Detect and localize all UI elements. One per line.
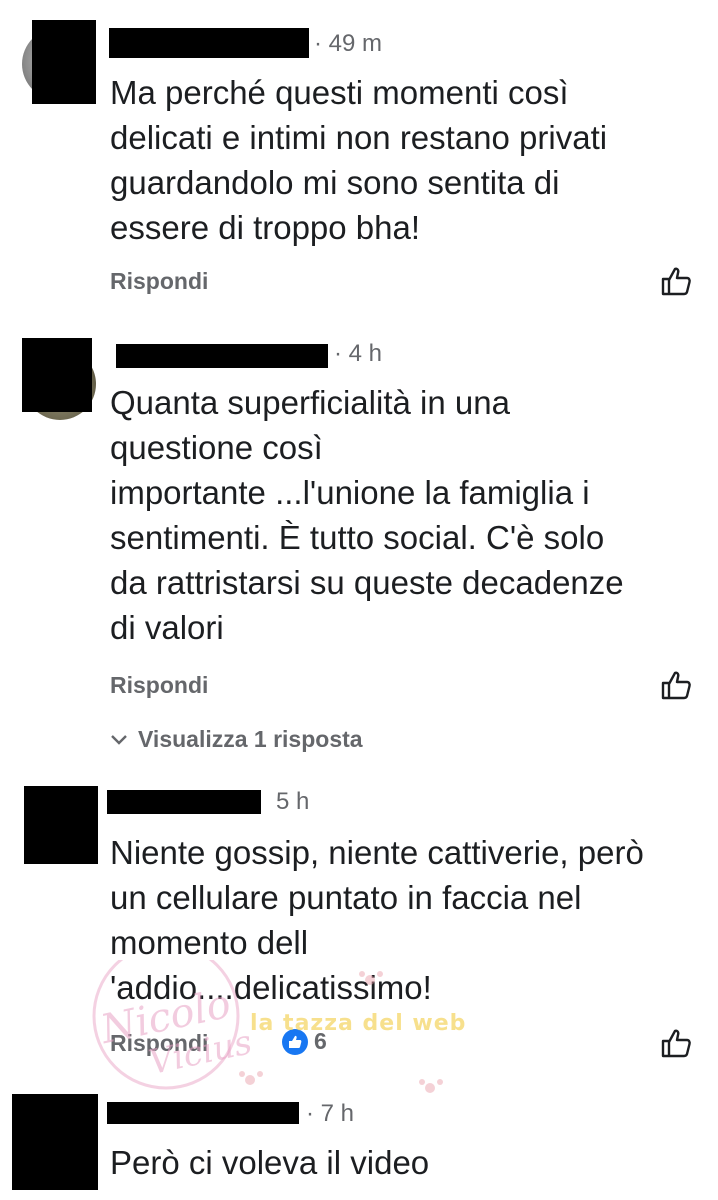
view-replies-label: Visualizza 1 risposta [138, 726, 363, 752]
view-replies-link[interactable]: Visualizza 1 risposta [110, 726, 363, 753]
comment-4: · 7 h Però ci voleva il video [0, 1080, 718, 1200]
comment-text: Quanta superficialità in una questione c… [110, 384, 624, 646]
comment-3: 5 h Niente gossip, niente cattiverie, pe… [0, 770, 718, 1080]
thumbs-up-icon[interactable] [660, 670, 692, 700]
avatar-redaction [22, 338, 92, 412]
comment-1-avatar[interactable] [22, 20, 98, 104]
comment-time: · 49 m [314, 30, 383, 57]
comment-1: · 49 m Ma perché questi momenti così del… [0, 0, 718, 320]
comment-2-avatar[interactable] [22, 338, 98, 430]
comment-actions: Rispondi [110, 1028, 692, 1058]
comment-time: 5 h [276, 788, 310, 815]
author-name-redaction [109, 28, 309, 58]
reply-button[interactable]: Rispondi [110, 268, 208, 295]
reaction-summary[interactable]: 6 [282, 1028, 327, 1055]
thumbs-up-icon[interactable] [660, 1028, 692, 1058]
comment-2: · 4 h Quanta superficialità in una quest… [0, 320, 718, 770]
avatar-redaction [32, 20, 96, 104]
author-name-redaction [107, 790, 261, 814]
avatar-redaction [12, 1094, 98, 1190]
chevron-down-icon [111, 734, 127, 745]
reply-button[interactable]: Rispondi [110, 672, 208, 699]
reply-button[interactable]: Rispondi [110, 1030, 208, 1057]
like-reaction-icon [282, 1028, 308, 1055]
comment-4-avatar[interactable] [12, 1094, 98, 1190]
comment-actions: Rispondi [110, 266, 692, 296]
comment-actions: Rispondi [110, 670, 692, 700]
comment-text: Ma perché questi momenti così delicati e… [110, 74, 608, 246]
comment-text: Niente gossip, niente cattiverie, però u… [110, 834, 644, 1006]
author-name-redaction [107, 1102, 299, 1124]
comment-time: · 4 h [334, 340, 383, 367]
comment-text: Però ci voleva il video [110, 1144, 430, 1181]
comment-3-avatar[interactable] [24, 786, 98, 864]
reaction-count: 6 [314, 1028, 327, 1054]
comment-time: · 7 h [306, 1100, 355, 1127]
avatar-redaction [24, 786, 98, 864]
thumbs-up-icon[interactable] [660, 266, 692, 296]
author-name-redaction [116, 344, 328, 368]
